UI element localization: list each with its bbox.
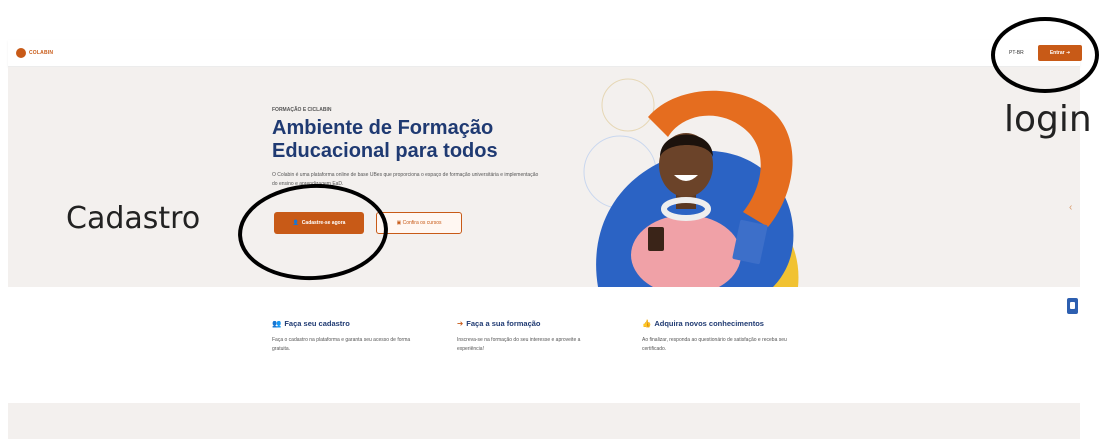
step-knowledge: 👍 Adquira novos conhecimentos Ao finaliza…: [642, 318, 822, 354]
sign-in-icon: ➔: [457, 319, 464, 328]
user-plus-icon: 👥: [272, 319, 282, 328]
courses-button[interactable]: ▣ Confira os cursos: [376, 212, 462, 234]
hero-title: Ambiente de Formação Educacional para to…: [272, 117, 498, 162]
coffee-cup: [648, 227, 664, 251]
step-title: 👍 Adquira novos conhecimentos: [642, 318, 822, 330]
page: COLABIN PT-BR Entrar ➜ FORMAÇÃO E CICLAB…: [0, 0, 1115, 439]
step-title: 👥 Faça seu cadastro: [272, 318, 452, 330]
step-title-text: Adquira novos conhecimentos: [654, 319, 764, 328]
carousel-next-arrow[interactable]: ‹: [1069, 201, 1080, 215]
step-description: Inscreva-se na formação do seu interesse…: [457, 337, 581, 352]
hero-eyebrow: FORMAÇÃO E CICLABIN: [272, 107, 332, 113]
logo-icon[interactable]: [16, 48, 26, 58]
step-description: Ao finalizar, responda ao questionário d…: [642, 337, 787, 352]
step-title-text: Faça a sua formação: [466, 319, 541, 328]
steps-section: 👥 Faça seu cadastro Faça o cadastro na pl…: [272, 318, 832, 378]
hero-section: FORMAÇÃO E CICLABIN Ambiente de Formação…: [8, 67, 1080, 287]
accessibility-badge[interactable]: [1067, 298, 1078, 314]
login-annotation-label: login: [1004, 99, 1092, 140]
bottom-section: [8, 403, 1080, 439]
decor-circle-outline: [601, 78, 655, 132]
step-description: Faça o cadastro na plataforma e garanta …: [272, 337, 411, 352]
cadastro-annotation-label: Cadastro: [66, 201, 201, 236]
step-title: ➔ Faça a sua formação: [457, 318, 637, 330]
step-training: ➔ Faça a sua formação Inscreva-se na form…: [457, 318, 637, 354]
login-annotation-circle: [991, 17, 1099, 93]
hero-illustration: [583, 78, 799, 287]
top-navbar: COLABIN PT-BR Entrar ➜: [8, 40, 1082, 67]
step-title-text: Faça seu cadastro: [284, 319, 350, 328]
hand-thumbs-up-icon: 👍: [642, 319, 652, 328]
step-signup: 👥 Faça seu cadastro Faça o cadastro na pl…: [272, 318, 452, 354]
courses-button-label: Confira os cursos: [402, 220, 442, 226]
logo-text[interactable]: COLABIN: [29, 48, 53, 58]
